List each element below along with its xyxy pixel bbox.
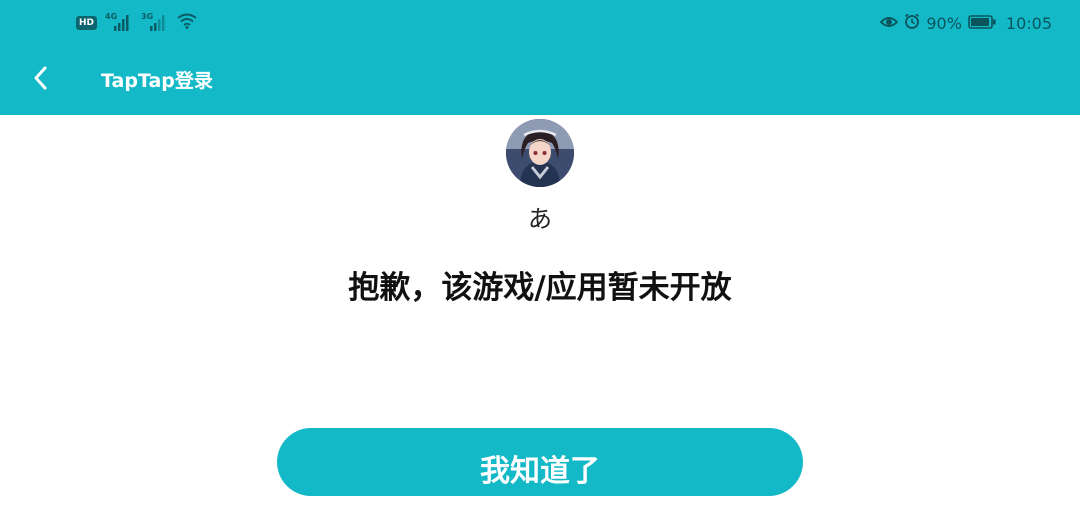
eye-icon <box>880 14 899 33</box>
unavailable-message: 抱歉，该游戏/应用暂未开放 <box>348 270 732 306</box>
toolbar: TapTap登录 <box>0 46 1080 115</box>
status-bar: HD 4G 3G 90% 10:05 <box>0 0 1080 46</box>
battery-percent: 90% <box>926 13 962 33</box>
wifi-icon <box>177 13 197 33</box>
username: あ <box>528 205 552 233</box>
hd-icon: HD <box>76 16 98 30</box>
acknowledge-button[interactable]: 我知道了 <box>277 428 803 496</box>
back-button[interactable] <box>22 62 58 98</box>
alarm-icon <box>904 13 920 33</box>
signal-icon: 4G <box>105 12 133 32</box>
clock: 10:05 <box>1005 13 1052 33</box>
status-right-group: 90% 10:05 <box>880 13 1052 33</box>
app-header: HD 4G 3G 90% 10:05 TapTap登录 <box>0 0 1080 115</box>
avatar <box>506 119 574 187</box>
status-left-group: HD 4G 3G <box>76 12 197 33</box>
page-title: TapTap登录 <box>101 70 213 92</box>
chevron-left-icon <box>31 65 49 95</box>
battery-icon <box>968 14 996 33</box>
signal-icon: 3G <box>141 12 169 32</box>
